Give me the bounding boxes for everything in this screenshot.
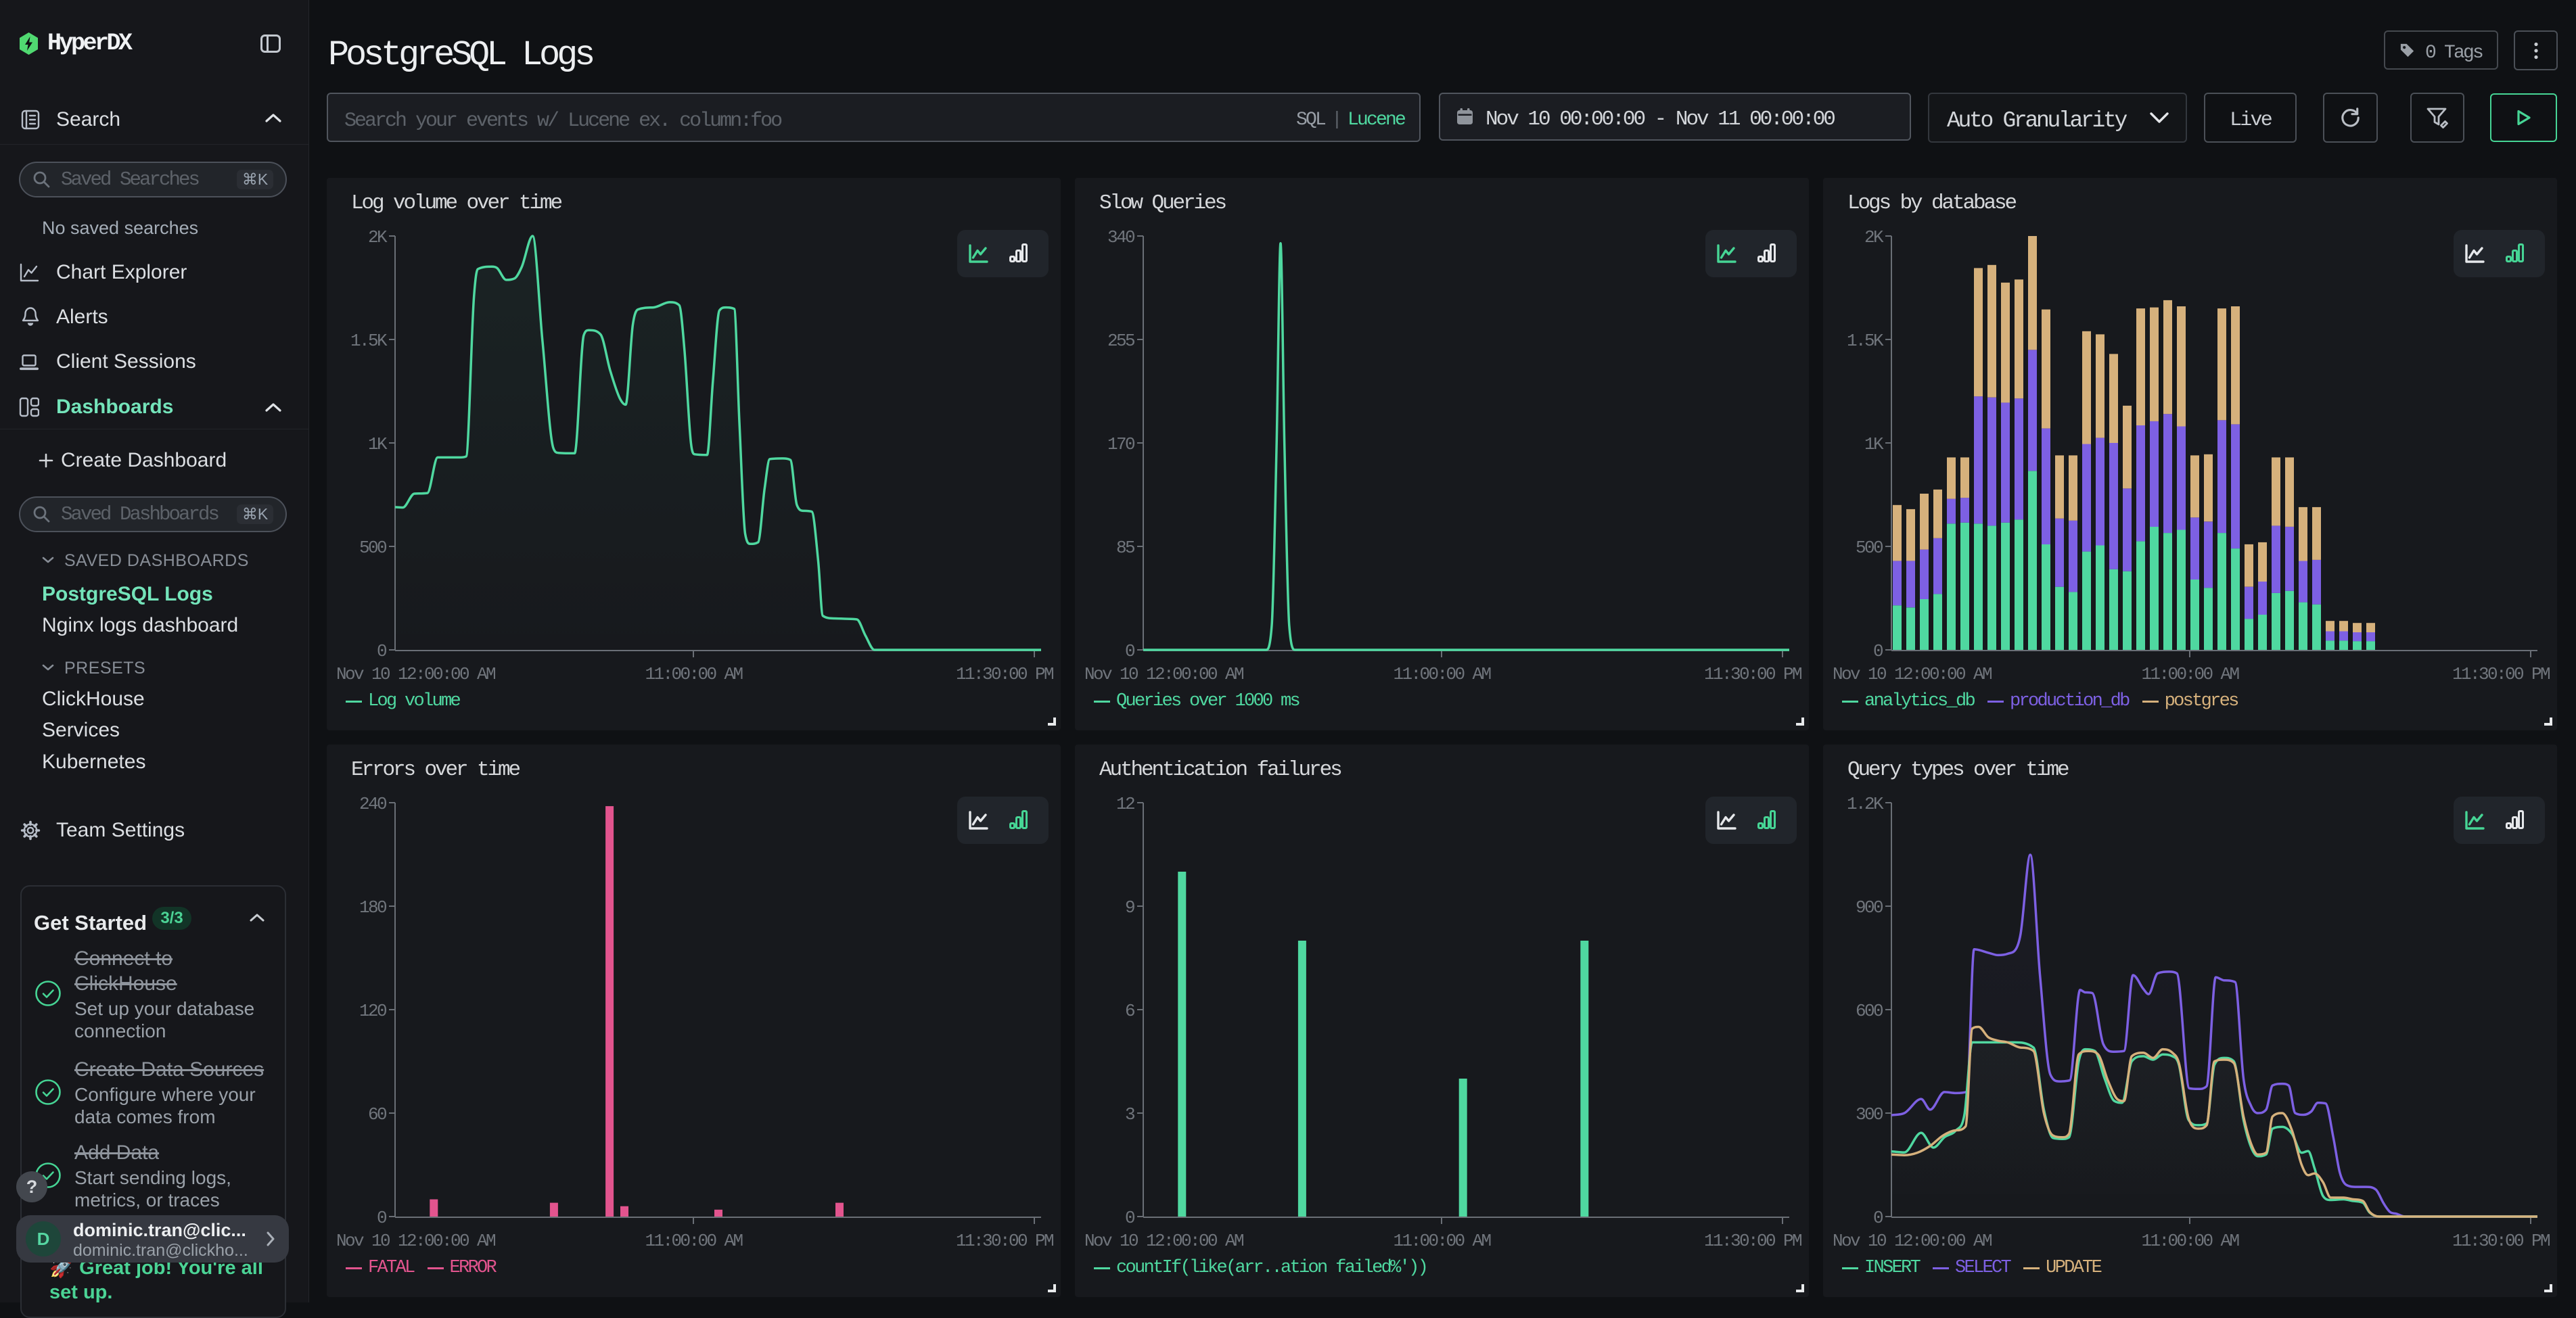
svg-text:Nov 10 12:00:00 AM: Nov 10 12:00:00 AM — [1084, 664, 1243, 684]
svg-text:240: 240 — [359, 794, 386, 814]
svg-text:11:30:00 PM: 11:30:00 PM — [956, 664, 1053, 684]
svg-text:11:00:00 AM: 11:00:00 AM — [1393, 1231, 1490, 1251]
svg-text:11:00:00 AM: 11:00:00 AM — [645, 664, 742, 684]
svg-text:0: 0 — [377, 1208, 386, 1228]
svg-text:85: 85 — [1116, 538, 1134, 558]
svg-text:11:30:00 PM: 11:30:00 PM — [2452, 664, 2550, 684]
svg-text:0: 0 — [1125, 641, 1134, 661]
svg-text:11:00:00 AM: 11:00:00 AM — [1393, 664, 1490, 684]
svg-text:60: 60 — [368, 1104, 386, 1125]
svg-text:0: 0 — [1125, 1208, 1134, 1228]
svg-text:1K: 1K — [1864, 434, 1884, 454]
svg-text:340: 340 — [1107, 227, 1134, 248]
svg-text:3: 3 — [1125, 1104, 1134, 1125]
svg-text:1.2K: 1.2K — [1847, 794, 1884, 814]
svg-text:500: 500 — [359, 538, 386, 558]
svg-text:12: 12 — [1116, 794, 1134, 814]
svg-text:Nov 10 12:00:00 AM: Nov 10 12:00:00 AM — [336, 1231, 495, 1251]
svg-text:170: 170 — [1107, 434, 1134, 454]
svg-text:11:00:00 AM: 11:00:00 AM — [645, 1231, 742, 1251]
svg-text:11:00:00 AM: 11:00:00 AM — [2141, 664, 2238, 684]
svg-text:Nov 10 12:00:00 AM: Nov 10 12:00:00 AM — [1833, 1231, 1992, 1251]
svg-text:Nov 10 12:00:00 AM: Nov 10 12:00:00 AM — [1084, 1231, 1243, 1251]
svg-text:2K: 2K — [368, 227, 388, 248]
svg-text:0: 0 — [1873, 1208, 1883, 1228]
svg-text:300: 300 — [1856, 1104, 1883, 1125]
svg-text:255: 255 — [1107, 331, 1134, 351]
svg-text:11:30:00 PM: 11:30:00 PM — [956, 1231, 1053, 1251]
svg-text:120: 120 — [359, 1001, 386, 1021]
svg-text:1.5K: 1.5K — [350, 331, 388, 351]
svg-text:180: 180 — [359, 897, 386, 918]
svg-text:1.5K: 1.5K — [1847, 331, 1884, 351]
svg-text:Nov 10 12:00:00 AM: Nov 10 12:00:00 AM — [1833, 664, 1992, 684]
svg-text:11:30:00 PM: 11:30:00 PM — [1704, 664, 1801, 684]
svg-text:11:30:00 PM: 11:30:00 PM — [1704, 1231, 1801, 1251]
svg-text:9: 9 — [1125, 897, 1134, 918]
svg-text:0: 0 — [1873, 641, 1883, 661]
svg-text:500: 500 — [1856, 538, 1883, 558]
svg-text:11:00:00 AM: 11:00:00 AM — [2141, 1231, 2238, 1251]
svg-text:2K: 2K — [1864, 227, 1884, 248]
svg-text:11:30:00 PM: 11:30:00 PM — [2452, 1231, 2550, 1251]
svg-text:900: 900 — [1856, 897, 1883, 918]
svg-text:6: 6 — [1125, 1001, 1134, 1021]
svg-text:600: 600 — [1856, 1001, 1883, 1021]
svg-text:0: 0 — [377, 641, 386, 661]
svg-text:1K: 1K — [368, 434, 388, 454]
svg-text:Nov 10 12:00:00 AM: Nov 10 12:00:00 AM — [336, 664, 495, 684]
